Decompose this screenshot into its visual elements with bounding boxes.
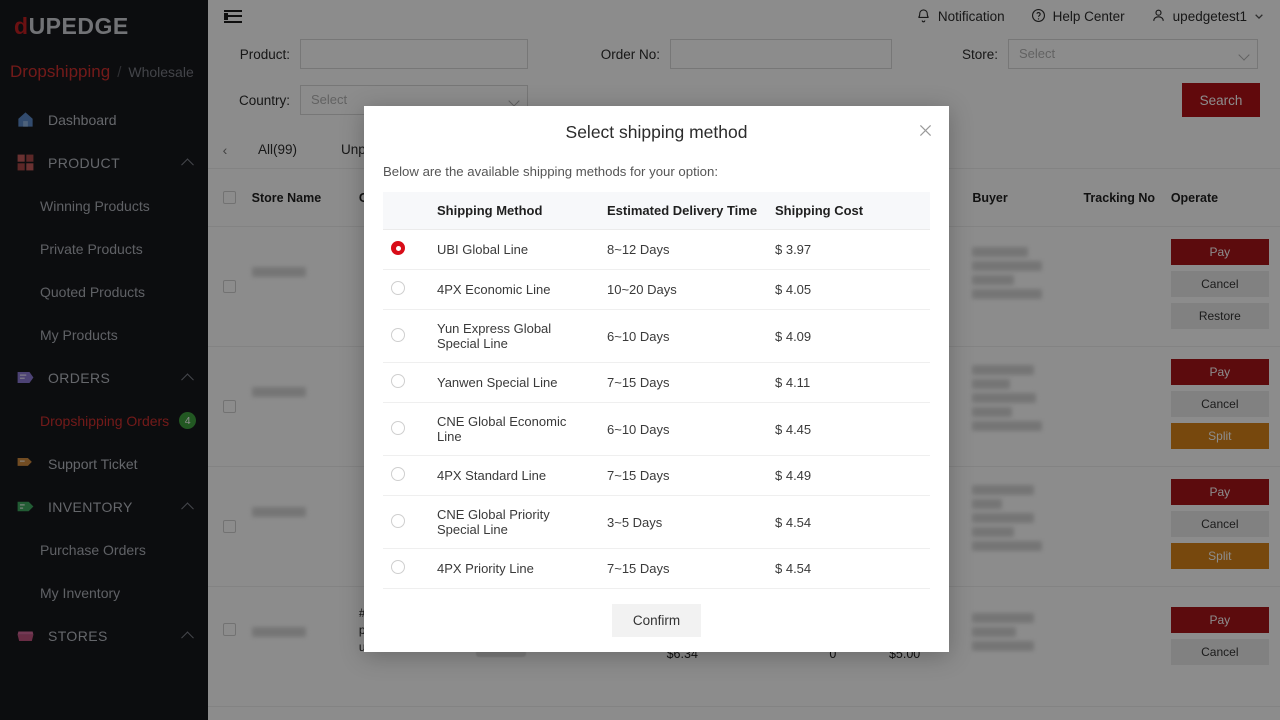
shipping-method-time: 7~15 Days bbox=[599, 548, 767, 588]
shipping-method-cost: $ 4.11 bbox=[767, 362, 930, 403]
shipping-method-name: 4PX Priority Line bbox=[429, 548, 599, 588]
shipping-method-cost: $ 3.97 bbox=[767, 229, 930, 270]
column-header-estimated-delivery-time: Estimated Delivery Time bbox=[599, 192, 767, 230]
shipping-method-radio[interactable] bbox=[391, 281, 405, 295]
shipping-method-radio[interactable] bbox=[391, 513, 405, 528]
shipping-methods-table: Shipping Method Estimated Delivery Time … bbox=[383, 192, 930, 588]
shipping-method-name: CNE Global Priority Special Line bbox=[429, 495, 599, 549]
column-header-shipping-method: Shipping Method bbox=[429, 192, 599, 230]
shipping-method-name: Yun Express Global Special Line bbox=[429, 309, 599, 363]
modal-body: Below are the available shipping methods… bbox=[364, 158, 949, 588]
shipping-method-cost: $ 4.45 bbox=[767, 402, 930, 456]
shipping-method-name: 4PX Economic Line bbox=[429, 269, 599, 310]
shipping-method-cost: $ 4.09 bbox=[767, 309, 930, 363]
shipping-method-row[interactable]: 4PX Economic Line 10~20 Days $ 4.05 bbox=[383, 269, 930, 310]
modal-title: Select shipping method bbox=[565, 121, 748, 142]
column-header-shipping-cost: Shipping Cost bbox=[767, 192, 930, 230]
modal-header: Select shipping method bbox=[364, 106, 949, 158]
shipping-method-radio[interactable] bbox=[391, 374, 405, 388]
shipping-method-name: UBI Global Line bbox=[429, 229, 599, 270]
shipping-method-radio[interactable] bbox=[391, 560, 405, 574]
shipping-method-radio[interactable] bbox=[391, 241, 405, 255]
shipping-table-header-row: Shipping Method Estimated Delivery Time … bbox=[383, 192, 930, 230]
shipping-method-row[interactable]: 4PX Standard Line 7~15 Days $ 4.49 bbox=[383, 455, 930, 496]
shipping-method-name: CNE Global Economic Line bbox=[429, 402, 599, 456]
shipping-method-row[interactable]: CNE Global Economic Line 6~10 Days $ 4.4… bbox=[383, 402, 930, 456]
shipping-method-cost: $ 4.54 bbox=[767, 495, 930, 549]
shipping-method-radio[interactable] bbox=[391, 420, 405, 435]
shipping-method-time: 8~12 Days bbox=[599, 229, 767, 270]
shipping-method-row[interactable]: Yanwen Special Line 7~15 Days $ 4.11 bbox=[383, 362, 930, 403]
shipping-method-time: 7~15 Days bbox=[599, 455, 767, 496]
shipping-method-cost: $ 4.49 bbox=[767, 455, 930, 496]
shipping-method-radio[interactable] bbox=[391, 327, 405, 342]
app-root: d UPEDGE Dropshipping / Wholesale Dashboa… bbox=[0, 0, 1280, 720]
shipping-method-time: 6~10 Days bbox=[599, 309, 767, 363]
shipping-method-time: 10~20 Days bbox=[599, 269, 767, 310]
shipping-method-time: 7~15 Days bbox=[599, 362, 767, 403]
shipping-method-time: 6~10 Days bbox=[599, 402, 767, 456]
shipping-method-modal: Select shipping method Below are the ava… bbox=[364, 106, 949, 652]
shipping-method-radio[interactable] bbox=[391, 467, 405, 481]
shipping-method-row[interactable]: CNE Global Priority Special Line 3~5 Day… bbox=[383, 495, 930, 549]
modal-subtitle: Below are the available shipping methods… bbox=[383, 164, 719, 179]
shipping-method-row[interactable]: Yun Express Global Special Line 6~10 Day… bbox=[383, 309, 930, 363]
confirm-button[interactable]: Confirm bbox=[611, 604, 702, 637]
shipping-method-name: 4PX Standard Line bbox=[429, 455, 599, 496]
shipping-method-name: Yanwen Special Line bbox=[429, 362, 599, 403]
close-icon[interactable] bbox=[917, 124, 933, 140]
shipping-method-row[interactable]: UBI Global Line 8~12 Days $ 3.97 bbox=[383, 229, 930, 270]
shipping-method-row[interactable]: 4PX Priority Line 7~15 Days $ 4.54 bbox=[383, 548, 930, 588]
column-header-select bbox=[383, 192, 429, 230]
shipping-method-time: 3~5 Days bbox=[599, 495, 767, 549]
shipping-method-cost: $ 4.05 bbox=[767, 269, 930, 310]
modal-footer: Confirm bbox=[383, 588, 930, 652]
shipping-method-cost: $ 4.54 bbox=[767, 548, 930, 588]
